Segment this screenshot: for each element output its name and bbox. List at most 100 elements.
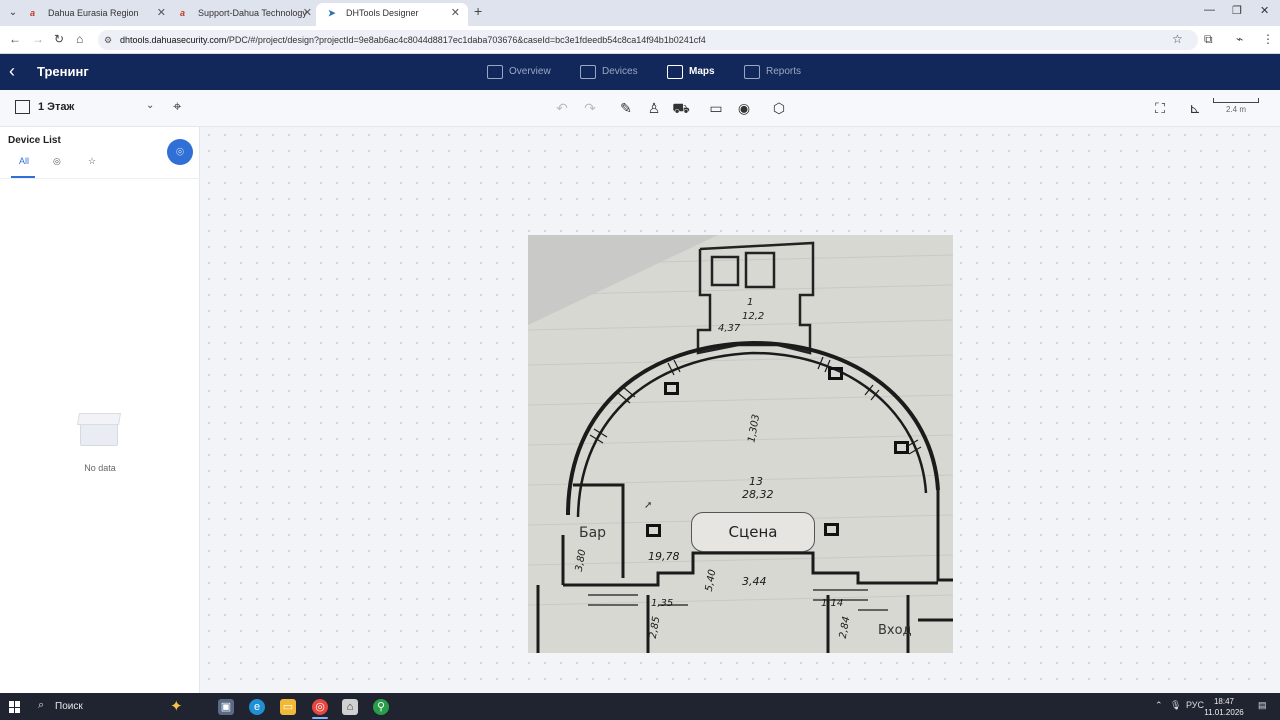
dimension-text: 1,14 [821,598,844,609]
forward-arrow-icon[interactable]: → [32,32,44,46]
site-info-icon[interactable]: ⚙ [104,30,112,50]
browser-tab-dhtools-designer[interactable]: ➤ DHTools Designer ✕ [316,3,468,26]
url-path: /PDC/#/project/design?projectId=9e8ab6ac… [226,35,706,45]
camera-marker[interactable] [828,367,843,380]
profile-icon[interactable]: ⌁ [1236,32,1243,46]
url-field[interactable]: ⚙ dhtools.dahuasecurity.com/PDC/#/projec… [98,30,1198,50]
device-list-sidebar: Device List ⌾ All ◎ ☆ No data [0,127,200,693]
back-chevron-icon[interactable]: ‹ [9,61,15,81]
camera-icon[interactable]: ◎ [53,156,61,167]
browser-tab-dahua-eurasia[interactable]: a Dahua Eurasia Region ✕ [18,3,174,26]
system-clock[interactable]: 18:47 11.01.2026 [1204,696,1244,718]
store-icon[interactable]: ⌂ [342,699,358,715]
star-icon[interactable]: ☆ [88,156,96,167]
nav-tab-overview[interactable]: Overview [487,54,551,90]
device-list-title: Device List [8,135,61,146]
task-view-icon[interactable]: ▣ [218,699,234,715]
scale-ruler-icon[interactable]: ⊾ [1186,99,1204,117]
draw-wall-icon[interactable]: ✎ [617,99,635,117]
room-number-text: 1 [747,297,754,308]
chrome-browser-icon[interactable]: ◎ [312,699,328,715]
copilot-sparkle-icon[interactable]: ✦ [170,697,183,715]
view-eye-icon[interactable]: ◉ [735,99,753,117]
maximize-window-icon[interactable]: ❐ [1232,4,1242,17]
mouse-cursor-icon: ➚ [644,500,653,511]
taskbar-search-label[interactable]: Поиск [55,701,83,712]
bar-label: Бар [579,525,607,541]
floor-plan-drawing [528,235,953,653]
nav-tab-label: Reports [766,66,802,77]
divider [0,178,200,179]
floor-selector[interactable]: 1 Этаж [38,101,74,113]
active-app-indicator [312,717,328,719]
notification-icon[interactable]: ▤ [1258,700,1267,711]
bookmark-star-icon[interactable]: ☆ [1172,32,1183,46]
app-header: ‹ Тренинг Overview Devices Maps Reports [0,54,1280,90]
back-arrow-icon[interactable]: ← [9,32,21,46]
camera-marker[interactable] [824,523,839,536]
vehicle-icon[interactable]: ⛟ [672,99,690,117]
minimize-window-icon[interactable]: — [1204,4,1215,16]
extensions-icon[interactable]: ⧉ [1204,32,1213,47]
tab-title: Dahua Eurasia Region [48,8,139,18]
browser-menu-icon[interactable]: ⋮ [1262,32,1274,46]
windows-taskbar: ⌕ Поиск ✦ ▣ e ▭ ◎ ⌂ ⚲ ⌃ 🎙 РУС 18:47 11.0… [0,693,1280,720]
nav-tab-maps[interactable]: Maps [667,54,715,90]
camera-marker[interactable] [894,441,909,454]
settings-hexagon-icon[interactable]: ⬡ [770,99,788,117]
tray-chevron-icon[interactable]: ⌃ [1155,700,1163,711]
nav-tab-reports[interactable]: Reports [744,54,801,90]
close-tab-icon[interactable]: ✕ [451,3,460,23]
undo-icon[interactable]: ↶ [553,99,571,117]
empty-state-text: No data [84,463,116,473]
floor-map-icon [15,100,30,114]
reload-icon[interactable]: ↻ [54,32,64,46]
home-icon[interactable]: ⌂ [76,32,83,46]
floor-plan-image[interactable]: 1 12,2 4,37 1,303 13 28,32 19,78 3,80 5,… [528,235,953,653]
person-icon[interactable]: ♙ [645,99,663,117]
redo-icon[interactable]: ↷ [581,99,599,117]
nav-tab-label: Overview [509,66,551,77]
add-device-button[interactable]: ⌾ [167,139,193,165]
camera-marker[interactable] [646,524,661,537]
scale-bar [1213,98,1259,103]
file-explorer-icon[interactable]: ▭ [280,699,296,715]
close-window-icon[interactable]: ✕ [1260,4,1269,17]
area-text: 19,78 [648,550,680,563]
stage-area[interactable]: Сцена [691,512,815,552]
room-area-text: 28,32 [742,488,774,501]
nav-tab-label: Maps [689,66,715,77]
add-location-icon[interactable]: ⌖ [173,98,189,116]
browser-address-bar: ← → ↻ ⌂ ⚙ dhtools.dahuasecurity.com/PDC/… [0,26,1280,54]
dahua-favicon-icon: a [30,8,36,18]
devices-icon [580,65,596,79]
nav-tab-devices[interactable]: Devices [580,54,638,90]
dahua-favicon-icon: a [180,8,186,18]
search-icon[interactable]: ⌕ [38,699,44,712]
new-tab-icon[interactable]: + [474,3,482,19]
clock-time: 18:47 [1213,697,1235,706]
clock-date: 11.01.2026 [1204,708,1244,717]
ruler-icon[interactable]: ▭ [707,99,725,117]
close-tab-icon[interactable]: ✕ [303,3,312,23]
close-tab-icon[interactable]: ✕ [157,3,166,23]
dimension-text: 1,35 [651,598,674,609]
project-title: Тренинг [37,64,89,79]
edge-browser-icon[interactable]: e [249,699,265,715]
tab-title: DHTools Designer [346,8,419,18]
tab-all[interactable]: All [19,156,29,166]
browser-tab-support-dahua[interactable]: a Support-Dahua Technology ✕ [168,3,320,26]
room-area-text: 12,2 [742,311,765,322]
keyboard-language[interactable]: РУС [1186,700,1204,710]
app-icon[interactable]: ⚲ [373,699,389,715]
camera-marker[interactable] [664,382,679,395]
chevron-down-icon[interactable]: ⌄ [146,100,154,111]
scale-label: 2.4 m [1225,105,1246,114]
home-icon [487,65,503,79]
microphone-icon[interactable]: 🎙 [1170,700,1181,711]
windows-start-icon[interactable] [9,701,21,713]
url-host: dhtools.dahuasecurity.com [120,35,227,45]
fit-screen-icon[interactable]: ⛶ [1151,99,1169,117]
room-number-text: 13 [749,475,763,488]
entrance-label: Вход [878,623,912,638]
